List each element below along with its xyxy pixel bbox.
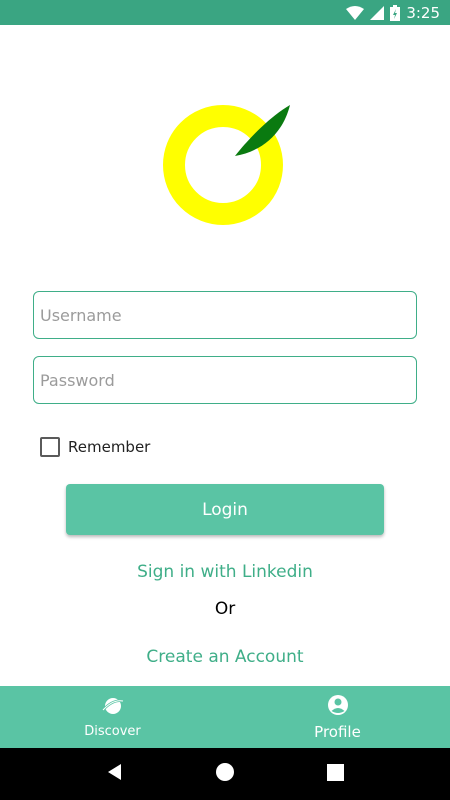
- cell-signal-icon: [370, 5, 385, 20]
- battery-charging-icon: [390, 4, 401, 21]
- recents-icon[interactable]: [327, 763, 345, 785]
- linkedin-signin-link[interactable]: Sign in with Linkedin: [0, 562, 450, 582]
- nav-item-discover[interactable]: Discover: [0, 686, 225, 748]
- login-button[interactable]: Login: [66, 484, 384, 535]
- account-circle-icon: [327, 694, 349, 720]
- nav-label-discover: Discover: [84, 724, 141, 739]
- nav-label-profile: Profile: [314, 722, 361, 741]
- nav-item-profile[interactable]: Profile: [225, 686, 450, 748]
- back-icon[interactable]: [106, 763, 124, 785]
- bottom-nav: Discover Profile: [0, 686, 450, 748]
- remember-label: Remember: [68, 438, 151, 456]
- status-bar: 3:25: [0, 0, 450, 25]
- home-icon[interactable]: [215, 762, 235, 786]
- status-time: 3:25: [406, 3, 440, 22]
- remember-checkbox[interactable]: [40, 437, 60, 457]
- username-field[interactable]: [33, 291, 417, 339]
- password-field[interactable]: [33, 356, 417, 404]
- remember-row[interactable]: Remember: [40, 436, 150, 458]
- wifi-icon: [346, 5, 365, 20]
- planet-icon: [101, 695, 124, 721]
- system-nav-bar: [0, 748, 450, 800]
- or-separator: Or: [214, 599, 236, 619]
- create-account-link[interactable]: Create an Account: [0, 647, 450, 667]
- orange-logo-icon: [163, 103, 293, 228]
